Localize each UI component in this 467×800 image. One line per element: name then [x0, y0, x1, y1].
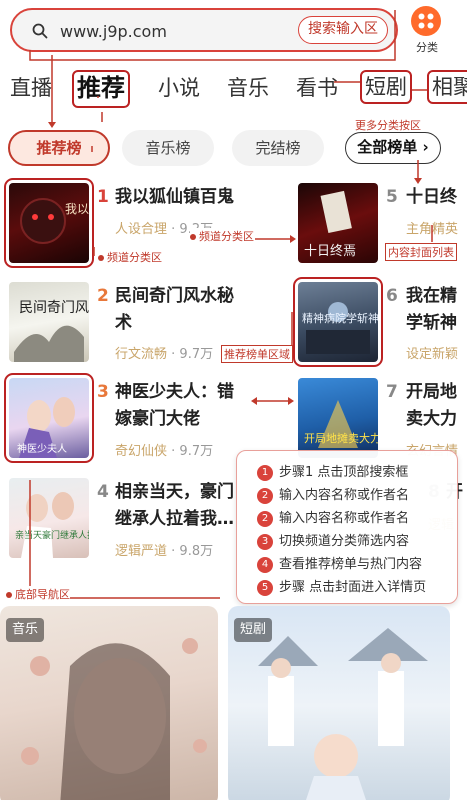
cover-title-6: 精神病院学斩神 — [302, 311, 378, 325]
book-meta: 逻辑严道 · 9.8万 — [115, 544, 214, 559]
book-cover-5[interactable]: 十日终焉 — [298, 183, 378, 263]
rank-number: 2 — [97, 286, 109, 306]
book-title-line2: 学斩神 — [406, 313, 457, 333]
more-categories-note: 更多分类按区 — [355, 119, 421, 132]
rank-number: 3 — [97, 382, 109, 402]
category-button[interactable]: 分类 — [410, 6, 444, 54]
book-count: 9.7万 — [179, 444, 214, 459]
step-item: 3 切换频道分类筛选内容 — [257, 530, 409, 550]
cover-art-7: 开局地摊卖大力 — [304, 400, 378, 448]
book-meta: 主角精英 — [406, 218, 458, 237]
cover-art-3: 神医少夫人 — [17, 397, 75, 458]
book-author: 奇幻仙侠 — [115, 444, 168, 459]
annotation-rank-list: 推荐榜单区域 — [221, 345, 293, 363]
step-item: 1 步骤1 点击顶部搜索框 — [257, 461, 408, 481]
tab-reading[interactable]: 看书 — [296, 72, 338, 102]
rank-number: 1 — [97, 187, 109, 207]
category-label: 分类 — [416, 41, 438, 54]
step-item: 5 步骤 点击封面进入详情页 — [257, 576, 426, 596]
tab-recommend[interactable]: 推荐 — [72, 70, 130, 108]
rank-number: 5 — [386, 187, 398, 207]
card-tag-music: 音乐 — [6, 618, 45, 642]
cover-title-2: 民间奇门风水秘术 — [19, 299, 89, 316]
book-cover-3[interactable]: 神医少夫人 — [4, 373, 94, 463]
book-title[interactable]: 开局地 — [406, 379, 457, 406]
cover-title-3: 神医少夫人 — [17, 442, 67, 455]
annotation-cover-list: 内容封面列表 — [385, 243, 457, 261]
step-item: 2 输入内容名称或作者名 — [257, 507, 409, 527]
chip-recommend-rank[interactable]: 推荐榜 — [8, 130, 110, 166]
book-meta: 设定新颖 — [406, 343, 458, 362]
rank-number: 6 — [386, 286, 398, 306]
book-count: 9.7万 — [179, 347, 214, 362]
book-title-line2: 继承人拉着我… — [115, 509, 234, 529]
book-title[interactable]: 我以狐仙镇百鬼 — [115, 184, 234, 211]
cover-art-6: 精神病院学斩神 — [302, 302, 378, 354]
book-meta: 奇幻仙侠 · 9.7万 — [115, 444, 214, 459]
cover-art-4: 亲当天豪门继承人拉着我领证 — [15, 492, 89, 558]
annotation-channel-area: 频道分类区 — [98, 249, 162, 265]
tab-novel[interactable]: 小说 — [158, 72, 200, 102]
chip-music-rank[interactable]: 音乐榜 — [122, 130, 214, 166]
book-author: 人设合理 — [115, 222, 168, 237]
tab-live[interactable]: 直播 — [10, 72, 52, 102]
book-cover-2[interactable]: 民间奇门风水秘术 — [9, 282, 89, 362]
rank-number: 7 — [386, 382, 398, 402]
annotation-channel-area-2: 频道分类区 — [190, 228, 254, 244]
cover-art-1: 我以狐仙镇百鬼 — [20, 198, 89, 244]
book-title-line2: 术 — [115, 313, 132, 333]
book-title-line2: 卖大力 — [406, 409, 457, 429]
steps-panel: 1 步骤1 点击顶部搜索框 2 输入内容名称或作者名 2 输入内容名称或作者名 3 切换… — [236, 450, 458, 604]
search-annotation-tag: 搜索输入区 — [298, 16, 388, 44]
step-item: 2 输入内容名称或作者名 — [257, 484, 409, 504]
book-count: 9.8万 — [179, 544, 214, 559]
tab-short-drama[interactable]: 短剧 — [360, 70, 412, 104]
annotation-bottom-nav: 底部导航区 — [6, 586, 70, 602]
book-title-line2: 嫁豪门大佬 — [115, 409, 200, 429]
cover-title-5: 十日终焉 — [304, 243, 356, 259]
step-item: 4 查看推荐榜单与热门内容 — [257, 553, 422, 573]
all-ranks-button[interactable]: 全部榜单 › — [345, 132, 441, 164]
cover-title-4: 亲当天豪门继承人拉着我领证 — [15, 529, 89, 541]
grid-icon — [411, 6, 441, 36]
book-cover-6[interactable]: 精神病院学斩神 — [293, 277, 383, 367]
search-bar[interactable]: www.j9p.com 搜索输入区 — [10, 8, 398, 52]
cover-title-7: 开局地摊卖大力 — [304, 431, 378, 445]
chip-complete-rank[interactable]: 完结榜 — [232, 130, 324, 166]
book-cover-1[interactable]: 我以狐仙镇百鬼 — [4, 178, 94, 268]
book-author: 设定新颖 — [406, 347, 459, 362]
music-card[interactable]: 音乐 — [0, 606, 218, 800]
card-tag-short-drama: 短剧 — [234, 618, 273, 642]
tab-music[interactable]: 音乐 — [227, 72, 269, 102]
rank-number: 4 — [97, 482, 109, 502]
chip-label: 推荐榜 — [36, 139, 82, 157]
short-drama-card[interactable]: 短剧 — [228, 606, 450, 800]
book-title[interactable]: 民间奇门风水秘 — [115, 283, 234, 310]
cover-art-2: 民间奇门风水秘术 — [14, 299, 89, 362]
book-title[interactable]: 我在精 — [406, 283, 457, 310]
book-title[interactable]: 神医少夫人：错 — [115, 379, 234, 406]
book-author: 逻辑严道 — [115, 544, 168, 559]
tab-gather[interactable]: 相聚 — [427, 70, 467, 104]
book-title[interactable]: 相亲当天，豪门 — [115, 479, 234, 506]
book-meta: 行文流畅 · 9.7万 — [115, 347, 214, 362]
search-icon — [32, 23, 48, 39]
cover-art-5: 十日终焉 — [304, 190, 356, 259]
search-input[interactable]: www.j9p.com — [60, 22, 167, 41]
book-cover-7[interactable]: 开局地摊卖大力 — [298, 378, 378, 458]
book-author: 行文流畅 — [115, 347, 168, 362]
book-author: 主角精英 — [406, 222, 459, 237]
book-title[interactable]: 十日终 — [406, 184, 457, 211]
cover-title-1: 我以狐仙镇百鬼 — [65, 201, 89, 216]
book-cover-4[interactable]: 亲当天豪门继承人拉着我领证 — [9, 478, 89, 558]
